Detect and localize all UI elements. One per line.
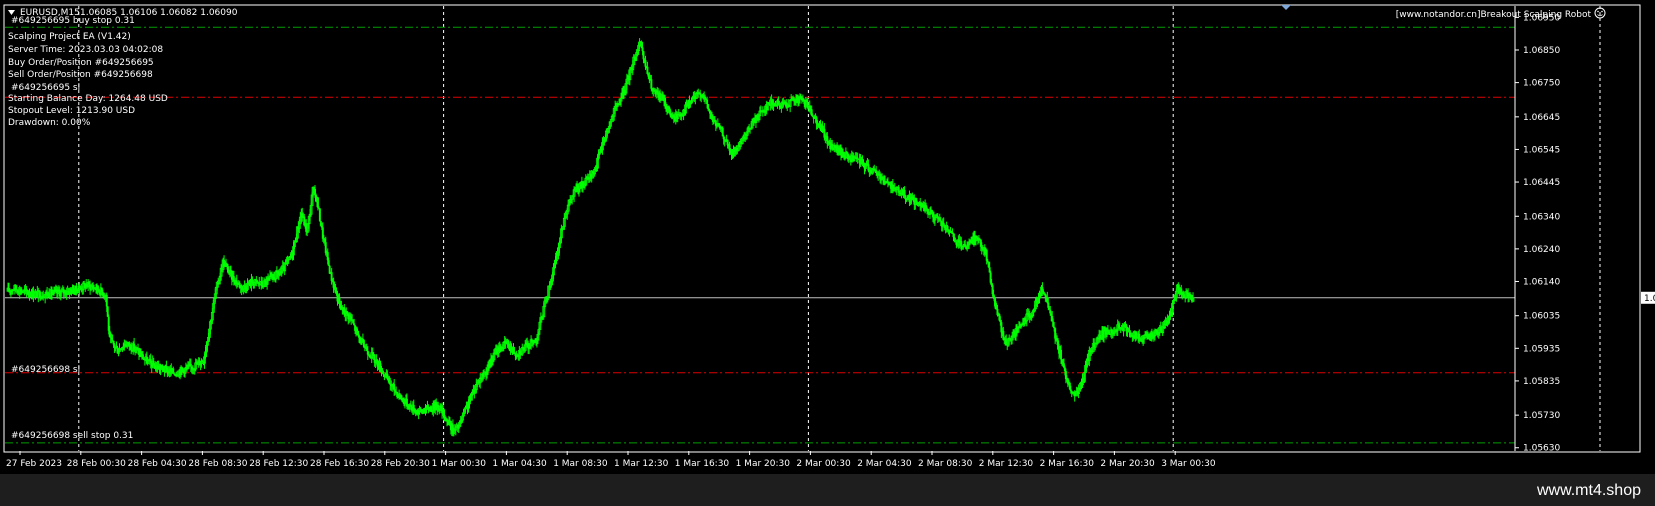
candle-body-bear [650,79,653,89]
candle-body-bear [316,197,319,208]
price-tick-label: 1.05835 [1523,377,1560,387]
time-tick-label: 28 Feb 16:30 [310,459,369,469]
buy-sl-label: #649256695 sl [11,83,80,93]
time-tick-label: 28 Feb 20:30 [371,459,430,469]
price-axis[interactable]: 1.069501.068501.067501.066451.065451.064… [1514,6,1560,454]
time-tick-label: 1 Mar 20:30 [736,459,791,469]
time-tick-label: 28 Feb 08:30 [188,459,247,469]
ea-info-panel: Scalping Project EA (V1.42) Server Time:… [8,32,168,128]
candle-body-bear [318,208,321,222]
starting-balance: Starting Balance Day: 1264.48 USD [8,94,168,104]
candle-body-bear [707,104,710,109]
sell-sl-label: #649256698 sl [11,365,80,375]
time-tick-label: 2 Mar 12:30 [979,459,1034,469]
candle-body-bear [642,51,645,60]
price-chart[interactable]: 1.069501.068501.067501.066451.065451.064… [0,0,1655,474]
stopout-level: Stopout Level: 1213.90 USD [8,106,135,116]
price-tick-label: 1.06340 [1523,212,1560,222]
price-tick-label: 1.05935 [1523,344,1560,354]
time-tick-label: 2 Mar 00:30 [796,459,851,469]
time-tick-label: 2 Mar 16:30 [1040,459,1095,469]
time-tick-label: 28 Feb 00:30 [67,459,126,469]
candle-body-bear [353,323,356,326]
candle-body-bear [706,99,709,105]
plot-border [3,4,1641,453]
price-tick-label: 1.06445 [1523,178,1560,188]
price-tick-label: 1.06850 [1523,46,1560,56]
time-axis[interactable]: 27 Feb 2023 28 Feb 00:30 28 Feb 04:30 28 Fe… [6,451,1216,469]
indicator-label: [www.notandor.cn]Breakout Scalping Robot [1396,10,1592,20]
server-time: Server Time: 2023.03.03 04:02:08 [8,45,163,55]
price-tick-label: 1.06750 [1523,79,1560,89]
time-tick-label: 1 Mar 08:30 [553,459,608,469]
candle-body-bear [644,60,647,67]
time-tick-label: 1 Mar 12:30 [614,459,669,469]
symbol-menu-icon[interactable] [8,10,15,15]
buy-stop-order-label: #649256695 buy stop 0.31 [11,16,135,26]
candle-body-bear [189,364,192,367]
price-tick-label: 1.06645 [1523,113,1560,123]
price-tick-label: 1.06240 [1523,245,1560,255]
candlesticks [6,38,1195,437]
svg-text:1.06090: 1.06090 [1644,294,1655,304]
time-tick-label: 3 Mar 00:30 [1161,459,1216,469]
price-tick-label: 1.06545 [1523,145,1560,155]
price-tick-label: 1.05730 [1523,411,1560,421]
price-tick-label: 1.06140 [1523,277,1560,287]
chart-shift-marker-icon[interactable] [1281,5,1291,10]
sell-stop-order-label: #649256698 sell stop 0.31 [11,431,133,441]
candle-body-bear [1060,349,1063,360]
ea-title: Scalping Project EA (V1.42) [8,32,131,42]
price-tick-label: 1.06035 [1523,312,1560,322]
time-tick-label: 2 Mar 04:30 [857,459,912,469]
time-tick-label: 1 Mar 00:30 [432,459,487,469]
chart-window[interactable]: 1.06950 1.06850 1.06750 1.06645 1.06545 1.064… [0,0,1655,474]
candle-body-bear [641,47,644,52]
order-level-lines [5,26,1515,444]
buy-order-info: Buy Order/Position #649256695 [8,58,154,68]
time-tick-label: 2 Mar 08:30 [918,459,973,469]
time-tick-label: 1 Mar 04:30 [492,459,547,469]
candle-body-bear [105,294,108,307]
time-tick-label: 27 Feb 2023 [6,459,62,469]
drawdown: Drawdown: 0.00% [8,118,91,128]
candle-body-bear [327,260,330,266]
time-tick-label: 28 Feb 12:30 [249,459,308,469]
sell-order-info: Sell Order/Position #649256698 [8,70,153,80]
candle-body-bear [382,371,385,375]
watermark-site-label: www.mt4.shop [1536,482,1641,499]
time-tick-label: 28 Feb 04:30 [128,459,187,469]
current-price-tag: 1.06090 [1641,291,1655,304]
time-tick-label: 1 Mar 16:30 [675,459,730,469]
price-tick-label: 1.05630 [1523,444,1560,454]
time-tick-label: 2 Mar 20:30 [1100,459,1155,469]
candle-body-bear [903,190,906,196]
